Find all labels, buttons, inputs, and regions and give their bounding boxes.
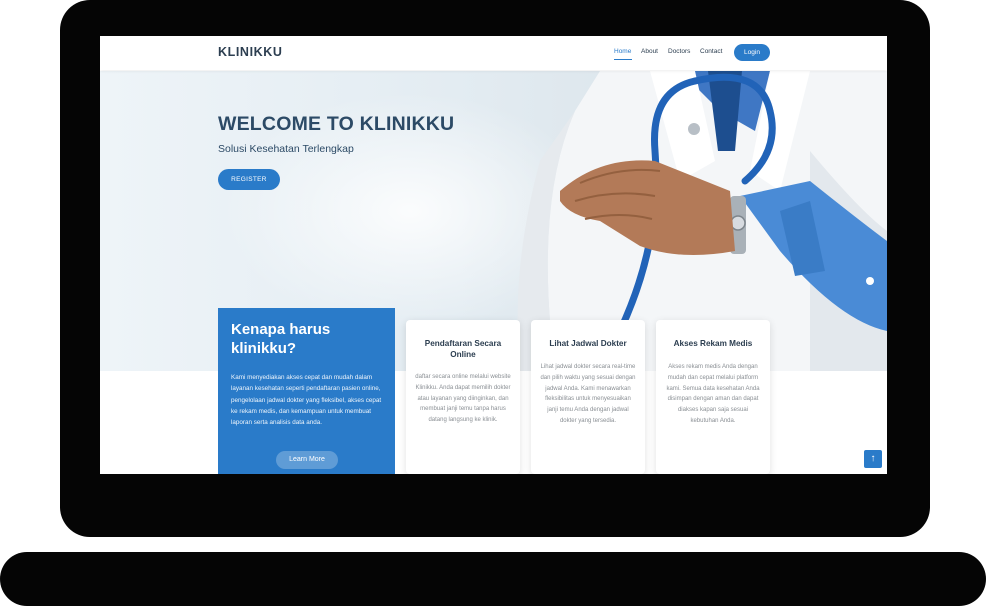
register-button[interactable]: REGISTER [218, 169, 280, 190]
feature-card-online-registration: Pendaftaran Secara Online daftar secara … [406, 320, 520, 474]
nav-link-contact[interactable]: Contact [700, 48, 722, 55]
laptop-screen: KLINIKKU Home About Doctors Contact Logi… [100, 36, 887, 474]
nav-link-home[interactable]: Home [614, 48, 631, 55]
feature-card-title: Akses Rekam Medis [673, 339, 753, 348]
feature-card-medical-records: Akses Rekam Medis Akses rekam medis Anda… [656, 320, 770, 474]
scroll-to-top-button[interactable]: ↑ [864, 450, 882, 468]
feature-card-title: Pendaftaran Secara Online [424, 339, 502, 359]
navbar: KLINIKKU Home About Doctors Contact Logi… [100, 36, 887, 70]
why-klinikku-card: Kenapa harus klinikku? Kami menyediakan … [218, 308, 395, 474]
hero-subtitle: Solusi Kesehatan Terlengkap [218, 143, 354, 155]
feature-card-text: Akses rekam medis Anda dengan mudah dan … [666, 364, 760, 424]
brand-logo[interactable]: KLINIKKU [218, 45, 283, 59]
nav-link-about[interactable]: About [641, 48, 658, 55]
nav-link-doctors[interactable]: Doctors [668, 48, 690, 55]
login-button[interactable]: Login [734, 44, 770, 61]
why-card-text: Kami menyediakan akses cepat dan mudah d… [231, 374, 382, 427]
feature-card-title: Lihat Jadwal Dokter [549, 339, 627, 348]
nav-active-underline [614, 59, 632, 60]
feature-card-text: daftar secara online melalui website Kli… [415, 374, 511, 424]
hero-title: WELCOME TO KLINIKKU [218, 113, 455, 135]
learn-more-button[interactable]: Learn More [276, 451, 338, 469]
laptop-base [0, 552, 986, 606]
why-card-title: Kenapa harus klinikku? [231, 321, 331, 357]
feature-card-doctor-schedule: Lihat Jadwal Dokter Lihat jadwal dokter … [531, 320, 645, 474]
feature-card-text: Lihat jadwal dokter secara real-time dan… [540, 364, 636, 424]
